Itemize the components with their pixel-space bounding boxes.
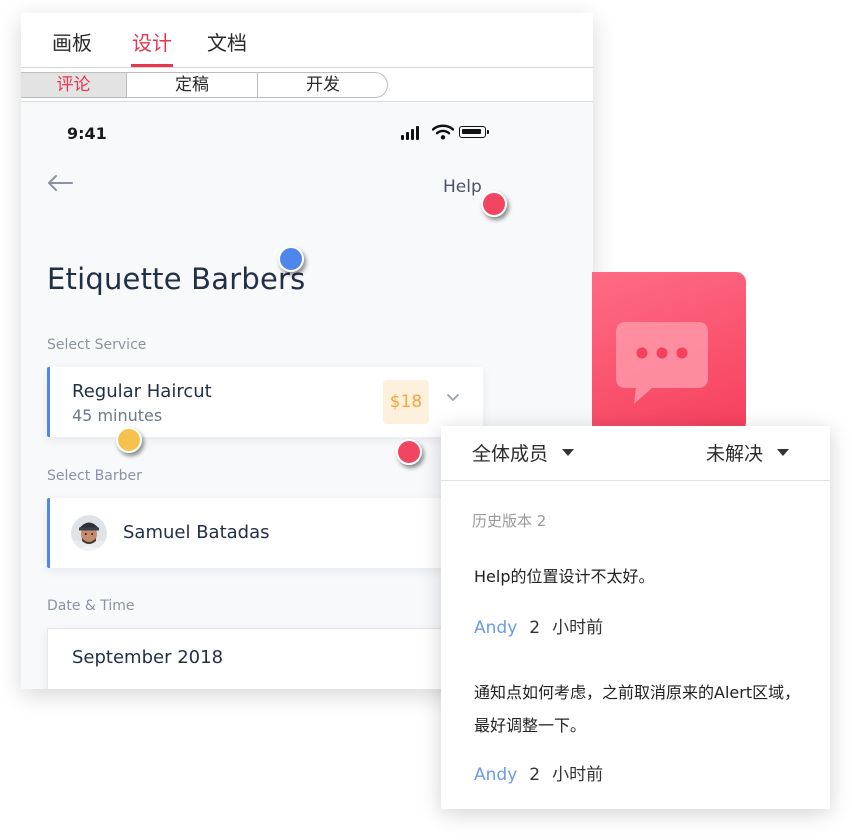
comments-toggle-tile[interactable] <box>592 272 746 432</box>
member-filter-dropdown[interactable]: 全体成员 <box>472 439 575 466</box>
segment-final[interactable]: 定稿 <box>127 73 258 97</box>
price-badge: $18 <box>383 380 429 424</box>
segment-dev[interactable]: 开发 <box>258 73 387 97</box>
status-filter-dropdown[interactable]: 未解决 <box>706 439 790 466</box>
comment-text: 通知点如何考虑，之前取消原来的Alert区域，最好调整一下。 <box>474 683 801 735</box>
tab-design[interactable]: 设计 <box>132 27 172 56</box>
battery-icon <box>459 126 486 138</box>
comment-author-link[interactable]: Andy <box>474 618 517 638</box>
date-select[interactable]: September 2018 <box>47 628 483 689</box>
comments-panel: 全体成员 未解决 历史版本 2 Help的位置设计不太好。 Andy 2 小时前 通… <box>441 426 830 809</box>
status-icons <box>401 124 491 140</box>
select-barber-label: Select Barber <box>47 468 142 484</box>
comment-pin[interactable] <box>396 439 422 465</box>
top-tab-bar: 画板 设计 文档 <box>21 13 593 68</box>
service-name: Regular Haircut <box>72 381 212 402</box>
barber-select[interactable]: Samuel Batadas <box>47 498 483 568</box>
date-time-label: Date & Time <box>47 598 135 614</box>
tab-artboard[interactable]: 画板 <box>52 27 92 56</box>
select-service-label: Select Service <box>47 337 147 353</box>
help-link[interactable]: Help <box>443 177 482 197</box>
comment-time: 小时前 <box>552 618 604 638</box>
comment-count: 2 <box>529 618 541 638</box>
chevron-down-icon <box>447 394 459 401</box>
history-version-label: 历史版本 2 <box>472 512 547 530</box>
avatar <box>71 515 107 551</box>
comment-text: Help的位置设计不太好。 <box>474 567 655 586</box>
comment-count: 2 <box>529 765 541 785</box>
battery-cap <box>487 130 489 134</box>
caret-down-icon <box>562 449 575 456</box>
status-filter-label: 未解决 <box>706 443 764 465</box>
comment-meta: Andy 2 小时前 <box>474 760 603 785</box>
back-arrow-icon[interactable] <box>47 175 73 191</box>
mode-segmented-control: 评论 定稿 开发 <box>21 72 388 98</box>
date-value: September 2018 <box>72 647 224 668</box>
comment-meta: Andy 2 小时前 <box>474 613 603 638</box>
barber-name: Samuel Batadas <box>123 522 270 543</box>
service-duration: 45 minutes <box>72 406 163 425</box>
active-tab-indicator <box>131 64 173 67</box>
comment-pin[interactable] <box>116 427 142 453</box>
comment-pin[interactable] <box>278 246 304 272</box>
service-select[interactable]: Regular Haircut 45 minutes $18 <box>47 367 483 437</box>
segment-comments[interactable]: 评论 <box>21 73 127 97</box>
chat-bubble-icon <box>616 322 708 404</box>
tab-docs[interactable]: 文档 <box>207 27 247 56</box>
comment-time: 小时前 <box>552 765 604 785</box>
comment-pin[interactable] <box>481 191 507 217</box>
wifi-icon <box>432 124 454 140</box>
shop-title: Etiquette Barbers <box>47 262 306 296</box>
member-filter-label: 全体成员 <box>472 443 549 465</box>
comment-author-link[interactable]: Andy <box>474 765 517 785</box>
comments-panel-header: 全体成员 未解决 <box>441 426 830 481</box>
status-time: 9:41 <box>67 124 107 143</box>
caret-down-icon <box>777 449 790 456</box>
